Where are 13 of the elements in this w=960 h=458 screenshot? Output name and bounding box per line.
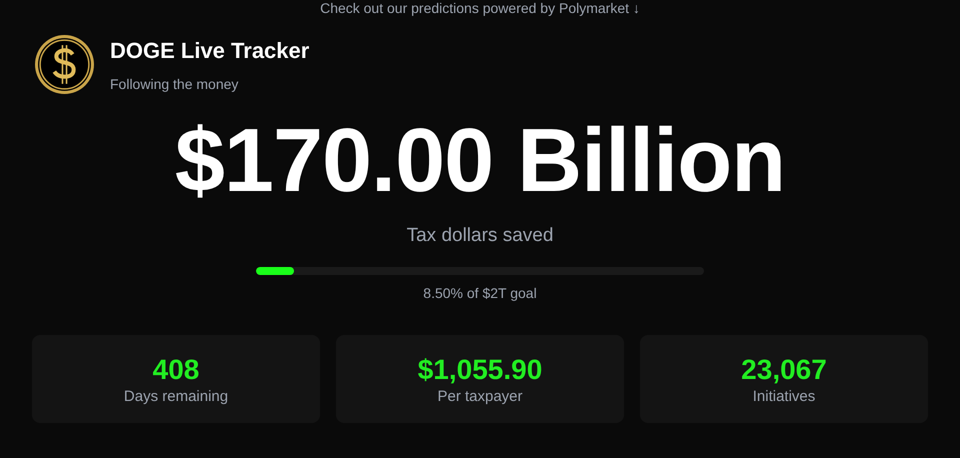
predictions-link[interactable]: Check out our predictions powered by Polymarket ↓ <box>320 0 640 16</box>
dollar-coin-logo <box>34 34 95 95</box>
stat-label: Per taxpayer <box>437 388 523 404</box>
stat-value: 408 <box>152 354 200 386</box>
site-title: DOGE Live Tracker <box>110 38 310 64</box>
progress-label: 8.50% of $2T goal <box>423 285 537 301</box>
stat-label: Days remaining <box>124 388 228 404</box>
stat-value: 23,067 <box>741 354 827 386</box>
stat-label: Initiatives <box>752 388 816 404</box>
site-subtitle: Following the money <box>110 76 240 92</box>
stat-value: $1,055.90 <box>418 354 542 386</box>
savings-caption: Tax dollars saved <box>406 225 554 247</box>
savings-amount: $170.00 Billion <box>174 111 786 211</box>
